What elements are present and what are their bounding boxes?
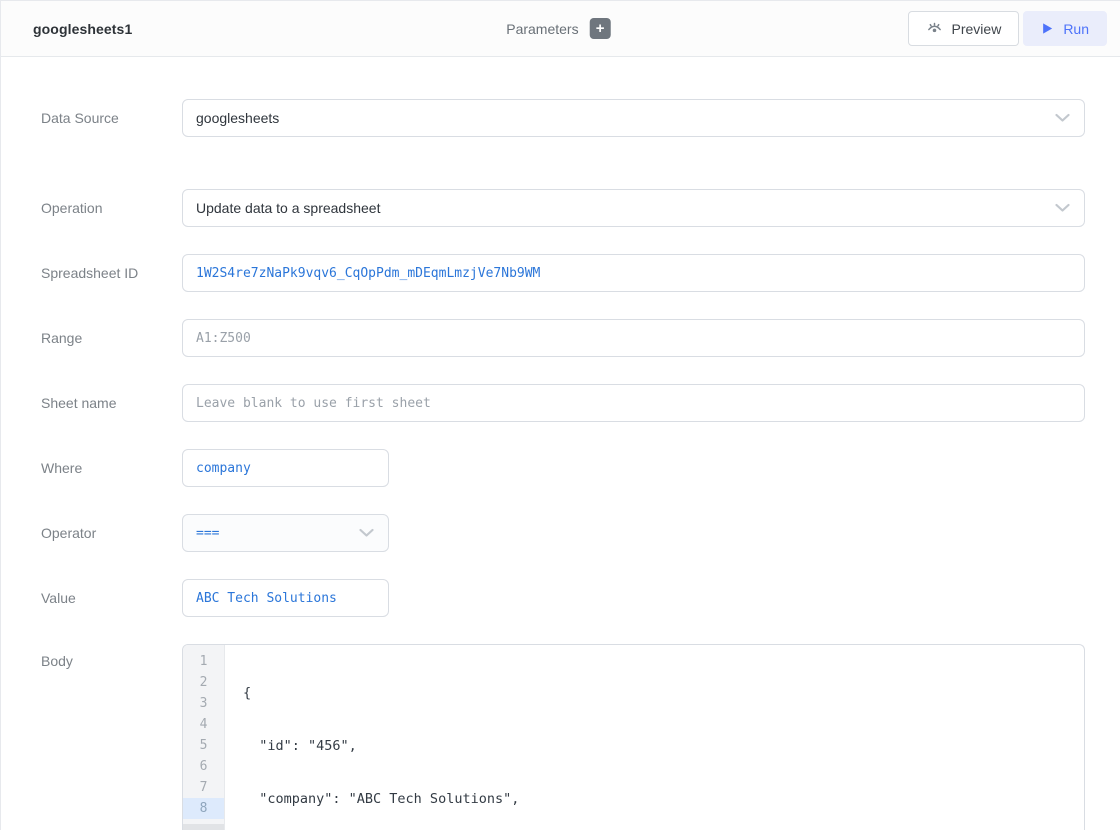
data-source-value: googlesheets — [196, 110, 279, 126]
spreadsheet-id-label: Spreadsheet ID — [41, 265, 182, 281]
body-code-editor[interactable]: 1 2 3 4 5 6 7 8 { "id": "456", "company"… — [182, 644, 1085, 830]
operator-value: === — [196, 526, 219, 541]
where-field — [182, 449, 389, 487]
run-button[interactable]: Run — [1023, 11, 1107, 46]
sheet-name-field — [182, 384, 1085, 422]
code-line: { — [243, 683, 1074, 704]
operation-select[interactable]: Update data to a spreadsheet — [182, 189, 1085, 227]
editor-content[interactable]: { "id": "456", "company": "ABC Tech Solu… — [225, 645, 1084, 830]
play-icon — [1041, 22, 1054, 35]
chevron-down-icon — [1055, 114, 1070, 123]
operator-label: Operator — [41, 525, 182, 541]
line-number-active: 8 — [183, 798, 224, 819]
line-number: 1 — [183, 651, 224, 672]
query-form: Data Source googlesheets Operation Updat… — [1, 57, 1120, 830]
add-parameter-button[interactable]: + — [590, 18, 611, 39]
preview-button[interactable]: Preview — [908, 11, 1020, 46]
range-label: Range — [41, 330, 182, 346]
row-value: Value — [41, 579, 1085, 617]
row-operator: Operator === — [41, 514, 1085, 552]
range-input[interactable] — [196, 331, 1071, 346]
operation-label: Operation — [41, 200, 182, 216]
operator-select[interactable]: === — [182, 514, 389, 552]
spreadsheet-id-input[interactable] — [196, 266, 1071, 281]
header-actions: Preview Run — [908, 11, 1107, 46]
editor-gutter: 1 2 3 4 5 6 7 8 — [183, 645, 225, 830]
data-source-label: Data Source — [41, 110, 182, 126]
query-name[interactable]: googlesheets1 — [33, 21, 132, 37]
value-label: Value — [41, 590, 182, 606]
row-data-source: Data Source googlesheets — [41, 99, 1085, 137]
chevron-down-icon — [359, 529, 374, 538]
body-label: Body — [41, 644, 182, 669]
row-operation: Operation Update data to a spreadsheet — [41, 189, 1085, 227]
plus-icon: + — [596, 19, 605, 38]
row-sheet-name: Sheet name — [41, 384, 1085, 422]
line-number: 5 — [183, 735, 224, 756]
line-number: 4 — [183, 714, 224, 735]
query-header: googlesheets1 Parameters + Preview — [1, 1, 1120, 57]
eye-icon — [926, 20, 943, 37]
line-number: 2 — [183, 672, 224, 693]
editor-scrollbar[interactable] — [183, 824, 224, 830]
query-editor-panel: googlesheets1 Parameters + Preview — [0, 0, 1120, 830]
line-number: 3 — [183, 693, 224, 714]
chevron-down-icon — [1055, 204, 1070, 213]
row-spreadsheet-id: Spreadsheet ID — [41, 254, 1085, 292]
spreadsheet-id-field — [182, 254, 1085, 292]
row-range: Range — [41, 319, 1085, 357]
code-line: "company": "ABC Tech Solutions", — [243, 789, 1074, 810]
line-number: 7 — [183, 777, 224, 798]
parameters-label: Parameters — [506, 21, 578, 37]
parameters-section: Parameters + — [506, 1, 610, 56]
run-button-label: Run — [1063, 21, 1089, 37]
operation-value: Update data to a spreadsheet — [196, 200, 380, 216]
line-number: 6 — [183, 756, 224, 777]
data-source-select[interactable]: googlesheets — [182, 99, 1085, 137]
row-body: Body 1 2 3 4 5 6 7 8 { "id": "456", "com… — [41, 644, 1085, 830]
where-label: Where — [41, 460, 182, 476]
value-input[interactable] — [196, 591, 375, 606]
preview-button-label: Preview — [952, 21, 1002, 37]
range-field — [182, 319, 1085, 357]
value-field — [182, 579, 389, 617]
sheet-name-input[interactable] — [196, 396, 1071, 411]
sheet-name-label: Sheet name — [41, 395, 182, 411]
code-line: "id": "456", — [243, 736, 1074, 757]
where-input[interactable] — [196, 461, 375, 476]
row-where: Where — [41, 449, 1085, 487]
